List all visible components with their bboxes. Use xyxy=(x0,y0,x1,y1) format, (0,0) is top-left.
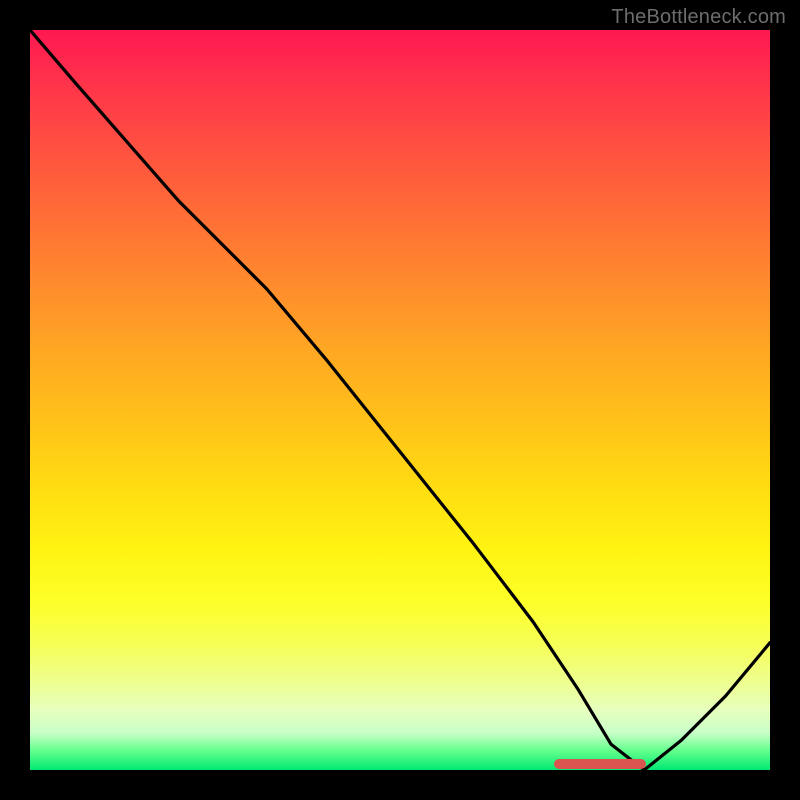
plot-area xyxy=(30,30,770,770)
bottleneck-curve xyxy=(30,30,770,770)
curve-layer xyxy=(30,30,770,770)
optimal-range-marker xyxy=(554,759,646,769)
chart-frame: TheBottleneck.com xyxy=(0,0,800,800)
watermark-text: TheBottleneck.com xyxy=(611,6,786,29)
